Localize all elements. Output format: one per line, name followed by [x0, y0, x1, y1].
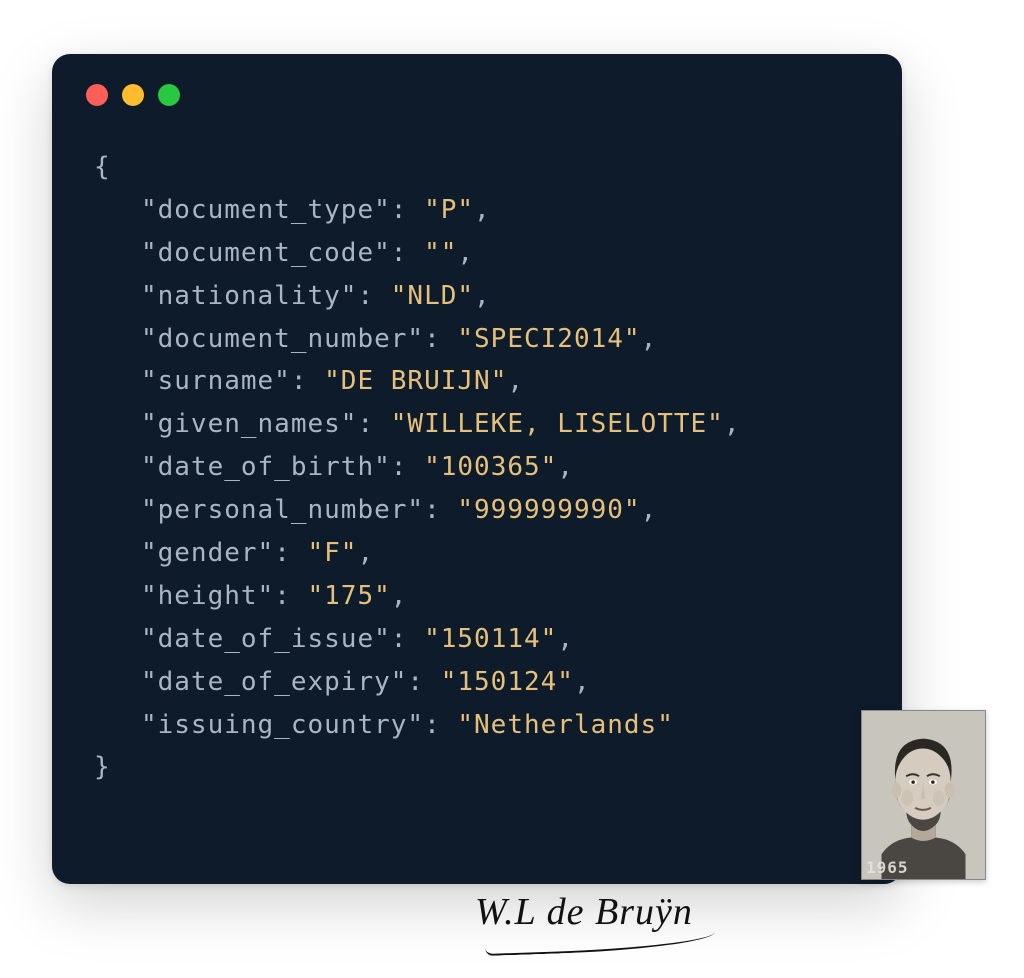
json-key: "date_of_issue"	[141, 624, 391, 654]
close-icon[interactable]	[86, 84, 108, 106]
json-value: "F"	[308, 538, 358, 568]
window-controls	[52, 84, 902, 106]
json-key: "nationality"	[141, 281, 358, 311]
json-key: "personal_number"	[141, 495, 424, 525]
json-key: "height"	[141, 581, 274, 611]
json-value: "DE BRUIJN"	[324, 366, 507, 396]
open-brace: {	[94, 152, 111, 182]
json-key: "given_names"	[141, 409, 358, 439]
json-value: "150114"	[424, 624, 557, 654]
json-key: "document_number"	[141, 324, 424, 354]
photo-year: 1965	[866, 858, 909, 877]
json-key: "gender"	[141, 538, 274, 568]
json-value: "SPECI2014"	[457, 324, 640, 354]
json-key: "date_of_expiry"	[141, 667, 407, 697]
minimize-icon[interactable]	[122, 84, 144, 106]
json-value: ""	[424, 238, 457, 268]
json-key: "document_code"	[141, 238, 391, 268]
json-value: "WILLEKE, LISELOTTE"	[391, 409, 724, 439]
json-value: "100365"	[424, 452, 557, 482]
json-value: "NLD"	[391, 281, 474, 311]
signature: W.L de Bruÿn	[475, 890, 693, 934]
maximize-icon[interactable]	[158, 84, 180, 106]
id-photo: 1965	[861, 710, 986, 880]
json-key: "surname"	[141, 366, 291, 396]
json-key: "issuing_country"	[141, 710, 424, 740]
json-value: "Netherlands"	[457, 710, 674, 740]
json-key: "document_type"	[141, 195, 391, 225]
signature-text: W.L de Bruÿn	[475, 891, 693, 933]
code-window: { "document_type": "P", "document_code":…	[52, 54, 902, 884]
json-value: "150124"	[441, 667, 574, 697]
code-body: { "document_type": "P", "document_code":…	[52, 146, 902, 809]
signature-underline	[485, 932, 715, 956]
json-key: "date_of_birth"	[141, 452, 391, 482]
json-value: "999999990"	[457, 495, 640, 525]
close-brace: }	[94, 752, 111, 782]
json-value: "175"	[308, 581, 391, 611]
json-value: "P"	[424, 195, 474, 225]
